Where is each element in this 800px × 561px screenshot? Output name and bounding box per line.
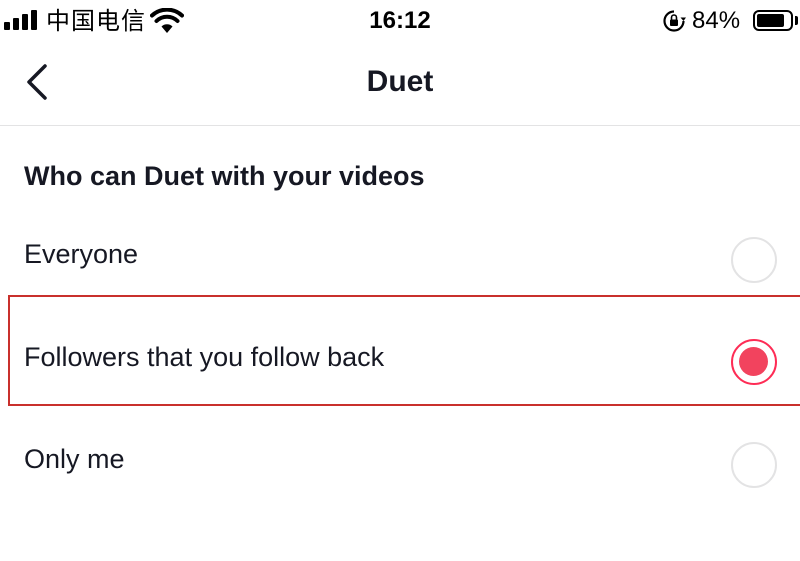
battery-icon <box>753 10 793 31</box>
section-heading: Who can Duet with your videos <box>24 161 425 191</box>
option-followers-follow-back[interactable]: Followers that you follow back <box>8 295 800 406</box>
battery-fill <box>757 14 784 27</box>
nav-bar: Duet <box>0 42 800 126</box>
radio-button[interactable] <box>731 237 777 283</box>
battery-percent: 84% <box>692 7 741 34</box>
status-bar: 中国电信 16:12 84% <box>0 0 800 42</box>
option-label: Only me <box>24 444 125 474</box>
battery-nub <box>795 16 798 25</box>
option-only-me[interactable]: Only me <box>0 415 800 515</box>
radio-selected-dot <box>739 347 768 376</box>
option-label: Followers that you follow back <box>24 342 385 372</box>
page-title: Duet <box>366 65 434 98</box>
radio-button-selected[interactable] <box>731 339 777 385</box>
option-label: Everyone <box>24 239 139 269</box>
rotation-lock-icon <box>663 10 686 32</box>
radio-button[interactable] <box>731 442 777 488</box>
